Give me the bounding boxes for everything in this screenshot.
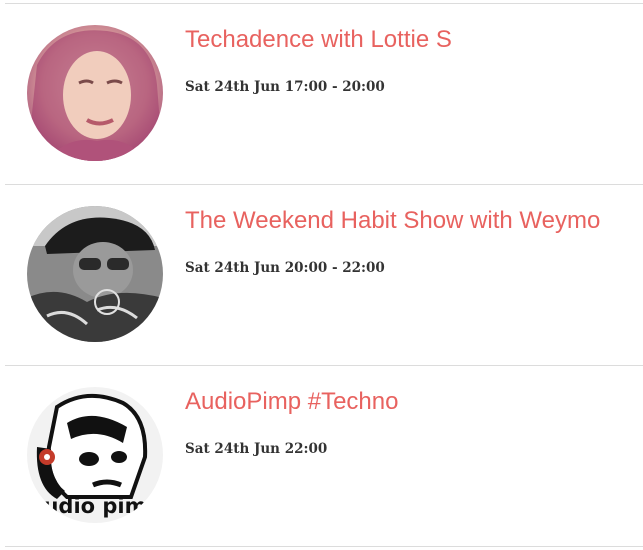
show-time: Sat 24th Jun 20:00 - 22:00 [185,260,385,276]
show-avatar[interactable] [27,206,163,342]
bottom-divider [5,546,643,547]
show-item-techadence: Techadence with Lottie S Sat 24th Jun 17… [0,4,643,184]
avatar-caption: udio pim [43,494,147,518]
show-item-audiopimp: udio pim AudioPimp #Techno Sat 24th Jun … [0,366,643,546]
man-with-cap-portrait-icon [27,206,163,342]
show-avatar[interactable]: udio pim [27,387,163,523]
show-time: Sat 24th Jun 17:00 - 20:00 [185,79,385,95]
show-avatar[interactable] [27,25,163,161]
woman-portrait-icon [27,25,163,161]
show-item-weekend-habit: The Weekend Habit Show with Weymo Sat 24… [0,185,643,365]
show-title[interactable]: The Weekend Habit Show with Weymo [185,207,600,235]
show-title[interactable]: Techadence with Lottie S [185,26,452,54]
show-title[interactable]: AudioPimp #Techno [185,388,398,416]
show-time: Sat 24th Jun 22:00 [185,441,328,457]
